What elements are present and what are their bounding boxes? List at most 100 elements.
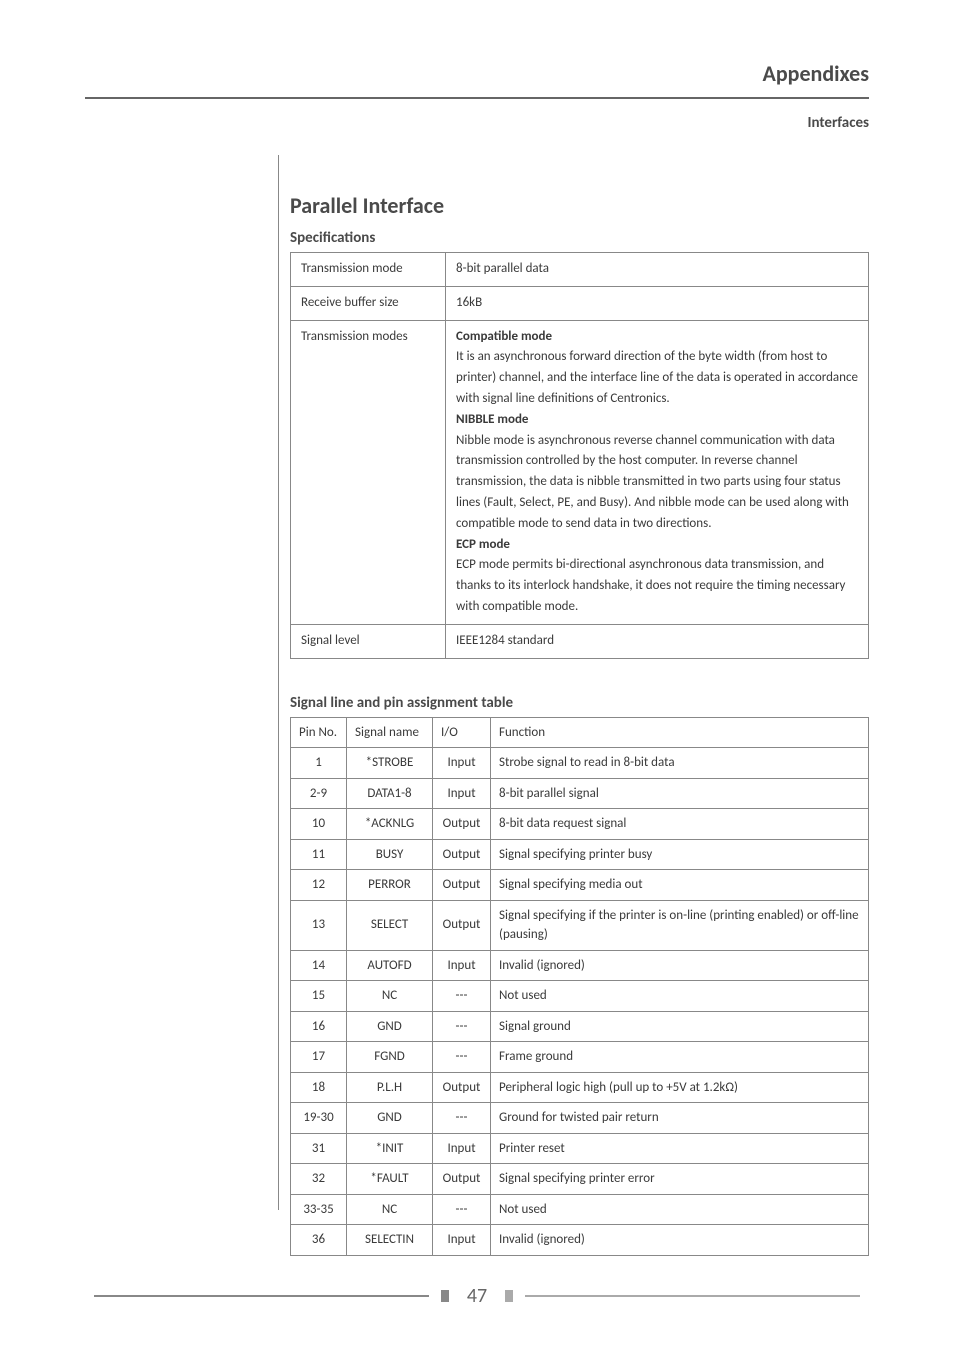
pin-function: Invalid (ignored) — [491, 950, 869, 981]
io-dir: --- — [433, 981, 491, 1012]
pin-function: Signal specifying printer error — [491, 1164, 869, 1195]
spec-label: Transmission modes — [291, 320, 446, 624]
pin-function: 8-bit data request signal — [491, 809, 869, 840]
table-row: 16GND---Signal ground — [291, 1011, 869, 1042]
table-row: 2-9DATA1-8Input8-bit parallel signal — [291, 778, 869, 809]
io-dir: Output — [433, 870, 491, 901]
page-header: Appendixes — [85, 60, 869, 87]
spec-value: 16kB — [446, 286, 869, 320]
spec-label: Receive buffer size — [291, 286, 446, 320]
pin-no: 13 — [291, 900, 347, 950]
pin-function: Not used — [491, 1194, 869, 1225]
signal-name: NC — [347, 981, 433, 1012]
spec-label: Transmission mode — [291, 253, 446, 287]
footer-bar-left — [94, 1295, 429, 1297]
pin-function: Printer reset — [491, 1133, 869, 1164]
pin-function: Frame ground — [491, 1042, 869, 1073]
header-subtitle: Interfaces — [85, 114, 869, 132]
pin-function: Invalid (ignored) — [491, 1225, 869, 1256]
signal-name: GND — [347, 1103, 433, 1134]
pin-function: Signal specifying printer busy — [491, 839, 869, 870]
mode-desc: It is an asynchronous forward direction … — [456, 349, 858, 406]
page-footer: 47 — [0, 1284, 954, 1308]
table-row: Transmission modes Compatible mode It is… — [291, 320, 869, 624]
io-dir: Output — [433, 900, 491, 950]
io-dir: Input — [433, 950, 491, 981]
io-dir: --- — [433, 1042, 491, 1073]
table-row: Receive buffer size 16kB — [291, 286, 869, 320]
signal-name: NC — [347, 1194, 433, 1225]
pin-function: Not used — [491, 981, 869, 1012]
table-row: 15NC---Not used — [291, 981, 869, 1012]
col-header: Pin No. — [291, 717, 347, 748]
pin-table: Pin No. Signal name I/O Function 1*STROB… — [290, 717, 869, 1256]
mode-desc: Nibble mode is asynchronous reverse chan… — [456, 433, 849, 531]
page-number: 47 — [467, 1284, 487, 1308]
col-header: Signal name — [347, 717, 433, 748]
mode-title: ECP mode — [456, 537, 510, 552]
table-row: 31*INITInputPrinter reset — [291, 1133, 869, 1164]
signal-name: *ACKNLG — [347, 809, 433, 840]
pin-function: Signal specifying media out — [491, 870, 869, 901]
table-row: 10*ACKNLGOutput8-bit data request signal — [291, 809, 869, 840]
table-row: 19-30GND---Ground for twisted pair retur… — [291, 1103, 869, 1134]
content-area: Parallel Interface Specifications Transm… — [290, 192, 869, 1256]
spec-value: Compatible mode It is an asynchronous fo… — [446, 320, 869, 624]
vertical-divider — [278, 155, 279, 1210]
signal-name: P.L.H — [347, 1072, 433, 1103]
io-dir: Input — [433, 1225, 491, 1256]
pin-function: Signal ground — [491, 1011, 869, 1042]
footer-bar-right — [525, 1295, 860, 1297]
table-row: 11BUSYOutputSignal specifying printer bu… — [291, 839, 869, 870]
specs-table: Transmission mode 8-bit parallel data Re… — [290, 252, 869, 659]
io-dir: Output — [433, 839, 491, 870]
signal-name: DATA1-8 — [347, 778, 433, 809]
document-page: Appendixes Interfaces Parallel Interface… — [0, 0, 954, 1348]
pin-function: 8-bit parallel signal — [491, 778, 869, 809]
pin-no: 14 — [291, 950, 347, 981]
io-dir: Input — [433, 1133, 491, 1164]
pin-no: 17 — [291, 1042, 347, 1073]
spec-value: IEEE1284 standard — [446, 624, 869, 658]
io-dir: Input — [433, 778, 491, 809]
signal-name: *STROBE — [347, 748, 433, 779]
table-row: 36SELECTINInputInvalid (ignored) — [291, 1225, 869, 1256]
table-row: 1*STROBEInputStrobe signal to read in 8-… — [291, 748, 869, 779]
col-header: I/O — [433, 717, 491, 748]
spec-value: 8-bit parallel data — [446, 253, 869, 287]
table-row: Signal level IEEE1284 standard — [291, 624, 869, 658]
pin-no: 11 — [291, 839, 347, 870]
table-row: 32*FAULTOutputSignal specifying printer … — [291, 1164, 869, 1195]
signal-name: FGND — [347, 1042, 433, 1073]
pin-no: 18 — [291, 1072, 347, 1103]
table-row: 12PERROROutputSignal specifying media ou… — [291, 870, 869, 901]
io-dir: Input — [433, 748, 491, 779]
mode-title: Compatible mode — [456, 329, 552, 344]
signal-name: *FAULT — [347, 1164, 433, 1195]
io-dir: --- — [433, 1194, 491, 1225]
table-row: 18P.L.HOutputPeripheral logic high (pull… — [291, 1072, 869, 1103]
signal-name: BUSY — [347, 839, 433, 870]
pin-no: 33-35 — [291, 1194, 347, 1225]
pin-no: 31 — [291, 1133, 347, 1164]
pin-no: 1 — [291, 748, 347, 779]
col-header: Function — [491, 717, 869, 748]
pin-no: 36 — [291, 1225, 347, 1256]
pin-no: 16 — [291, 1011, 347, 1042]
signal-name: AUTOFD — [347, 950, 433, 981]
pin-no: 10 — [291, 809, 347, 840]
pin-no: 32 — [291, 1164, 347, 1195]
io-dir: Output — [433, 1164, 491, 1195]
footer-marker-left — [441, 1290, 449, 1302]
header-title: Appendixes — [85, 60, 869, 87]
mode-desc: ECP mode permits bi-directional asynchro… — [456, 557, 845, 614]
pin-no: 15 — [291, 981, 347, 1012]
signal-name: PERROR — [347, 870, 433, 901]
signal-name: SELECT — [347, 900, 433, 950]
io-dir: --- — [433, 1103, 491, 1134]
footer-marker-right — [505, 1290, 513, 1302]
spec-label: Signal level — [291, 624, 446, 658]
pins-title: Signal line and pin assignment table — [290, 694, 869, 712]
table-row: Transmission mode 8-bit parallel data — [291, 253, 869, 287]
io-dir: Output — [433, 1072, 491, 1103]
